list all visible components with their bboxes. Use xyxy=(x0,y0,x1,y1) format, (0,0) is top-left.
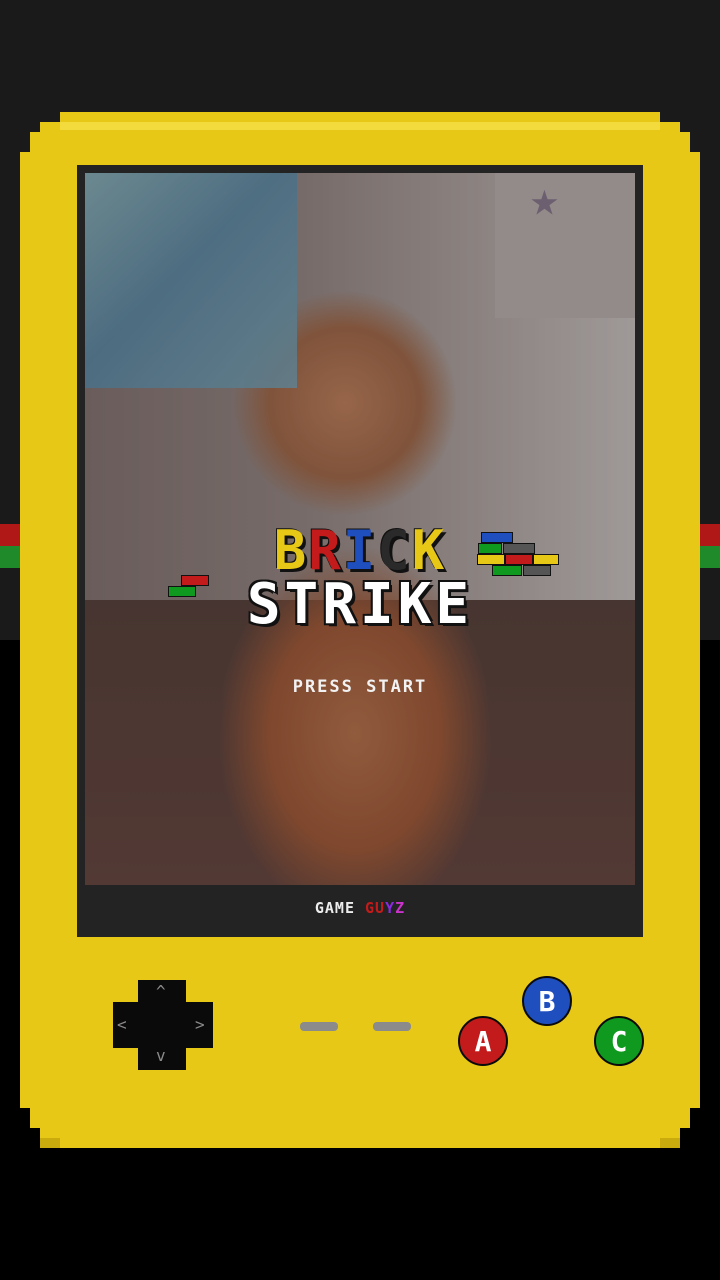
title-letter: B xyxy=(273,519,309,582)
brand-letter: G xyxy=(365,899,376,917)
title-letter: I xyxy=(342,519,378,582)
select-button[interactable] xyxy=(300,1022,338,1031)
start-button[interactable] xyxy=(373,1022,411,1031)
brand-word-game: GAME xyxy=(314,899,355,917)
brand-word-guyz: GUYZ xyxy=(365,899,405,917)
brand-letter: Y xyxy=(385,899,396,917)
title-strike: STRIKE xyxy=(246,572,474,637)
console-highlight xyxy=(60,122,660,130)
brand-letter: Z xyxy=(395,899,406,917)
button-c[interactable]: C xyxy=(594,1016,644,1066)
dpad-right-icon[interactable]: > xyxy=(195,1017,205,1033)
title-brick: BRICK xyxy=(85,519,635,582)
button-b[interactable]: B xyxy=(522,976,572,1026)
title-letter: C xyxy=(377,519,412,582)
brand-letter: U xyxy=(375,899,386,917)
dpad-down-icon[interactable]: v xyxy=(156,1048,166,1064)
title-letter: R xyxy=(308,519,343,582)
brand-label: GAME GUYZ xyxy=(77,899,643,917)
dpad-left-icon[interactable]: < xyxy=(117,1017,127,1033)
game-title: BRICK STRIKE xyxy=(85,519,635,637)
press-start-prompt[interactable]: PRESS START xyxy=(85,677,635,697)
title-letter: K xyxy=(411,519,447,582)
dpad-up-icon[interactable]: ^ xyxy=(156,984,166,1000)
button-a[interactable]: A xyxy=(458,1016,508,1066)
game-screen[interactable]: ★ BRICK STRIKE PRESS START xyxy=(85,173,635,885)
